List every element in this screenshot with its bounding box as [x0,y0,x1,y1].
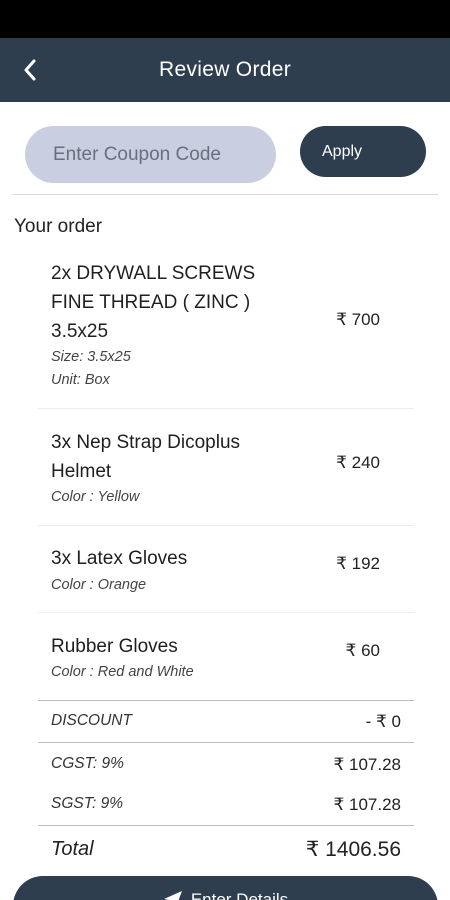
page-title: Review Order [159,58,291,81]
app-bar: Review Order [0,38,450,102]
apply-coupon-button[interactable]: Apply [300,126,426,177]
item-unit: Unit: Box [51,372,110,388]
item-divider [38,612,414,613]
order-item: 3x Latex Gloves Color : Orange ₹ 192 [38,544,414,614]
item-price: ₹ 60 [345,641,380,660]
enter-details-button[interactable]: Enter Details [13,876,438,900]
item-price: ₹ 192 [336,554,380,573]
item-color: Color : Yellow [51,489,140,505]
item-name: Rubber Gloves [51,636,178,657]
total-label: Total [51,838,94,860]
coupon-code-input[interactable] [25,126,276,183]
item-color: Color : Orange [51,577,147,593]
item-name: 3x Nep Strap Dicoplus Helmet [51,432,241,482]
item-name: 2x DRYWALL SCREWS FINE THREAD ( ZINC ) 3… [51,263,256,342]
order-item: 3x Nep Strap Dicoplus Helmet Color : Yel… [38,428,414,523]
chevron-left-icon [24,59,36,81]
total-value: ₹ 1406.56 [305,838,401,861]
item-size: Size: 3.5x25 [51,349,131,365]
divider [13,194,438,195]
back-button[interactable] [14,54,46,86]
summary-divider [38,742,414,743]
sgst-label: SGST: 9% [51,795,124,812]
item-name: 3x Latex Gloves [51,548,188,569]
cgst-label: CGST: 9% [51,755,124,772]
item-divider [38,408,414,409]
enter-details-label: Enter Details [190,890,289,900]
send-icon [163,891,182,900]
discount-value: - ₹ 0 [365,712,401,731]
order-item: Rubber Gloves Color : Red and White ₹ 60 [38,632,414,702]
item-divider [38,525,414,526]
item-price: ₹ 700 [336,310,380,329]
status-bar [0,0,450,38]
cgst-value: ₹ 107.28 [333,755,401,774]
summary-divider [38,700,414,701]
summary-divider [38,825,414,826]
order-item: 2x DRYWALL SCREWS FINE THREAD ( ZINC ) 3… [38,258,414,408]
item-color: Color : Red and White [51,664,194,680]
discount-label: DISCOUNT [51,712,132,729]
item-price: ₹ 240 [336,453,380,472]
your-order-heading: Your order [14,216,103,237]
sgst-value: ₹ 107.28 [333,795,401,814]
